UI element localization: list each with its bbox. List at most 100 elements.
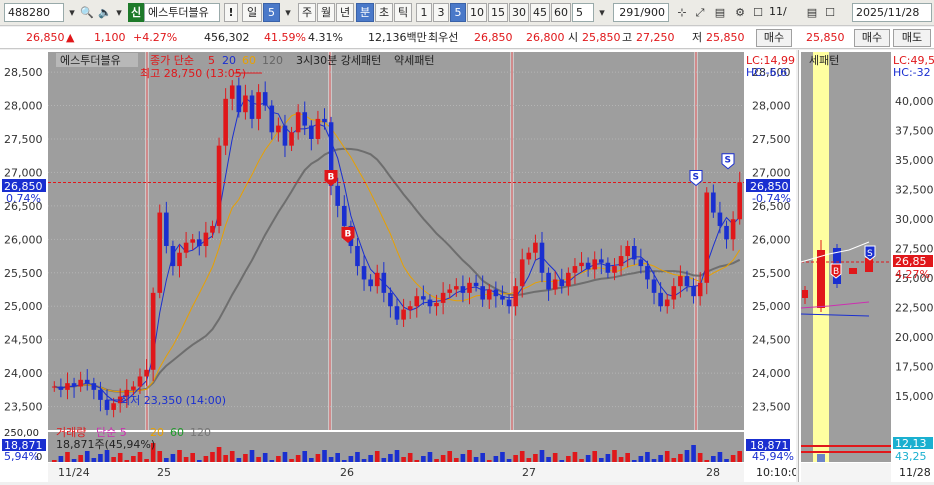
settings-icon[interactable]: ⚙: [732, 4, 748, 21]
volume-bar: [216, 447, 222, 462]
chevron-down-icon[interactable]: ▾: [111, 4, 127, 21]
volume-bar: [229, 451, 235, 462]
mini-candle-1-body: [802, 290, 808, 298]
candle-body: [467, 282, 472, 293]
volume-bar: [111, 457, 116, 462]
stock-code-input[interactable]: 488280: [4, 3, 64, 22]
volume-bar: [598, 458, 604, 462]
candle-body: [631, 246, 637, 260]
interval-button-10[interactable]: 10: [467, 3, 487, 22]
chart-canvas[interactable]: 28,50028,00027,50027,00026,50026,00025,5…: [0, 50, 798, 482]
period-month-button[interactable]: 월: [317, 3, 335, 22]
mini-price-tick: 27,500: [895, 243, 934, 256]
period-value-field[interactable]: 5: [263, 3, 280, 22]
buy-button[interactable]: 매수: [756, 29, 792, 47]
left-price-tick: 26,000: [4, 233, 43, 246]
narrow-date-field: 11/: [769, 5, 787, 18]
crosshair-icon[interactable]: ⊹: [674, 4, 690, 21]
volume-bar: [223, 455, 228, 462]
interval-button-45[interactable]: 45: [530, 3, 550, 22]
candle-body: [737, 182, 743, 220]
mini-price-tick: 32,500: [895, 184, 934, 197]
low-price: 25,850: [706, 31, 745, 44]
checkbox-mini[interactable]: ☐: [822, 4, 838, 21]
volume-bar: [117, 453, 123, 462]
mini-price-tick: 17,500: [895, 361, 934, 374]
right-sell-button[interactable]: 매도: [893, 29, 931, 47]
candle-body: [691, 286, 696, 297]
volume-bar: [460, 454, 466, 462]
candle-body: [388, 292, 393, 307]
stock-name-field[interactable]: 에스투더블유: [144, 3, 220, 22]
candle-body: [210, 225, 215, 233]
volume-bar: [407, 453, 413, 462]
left-volume-pct: 5,94%: [4, 450, 39, 463]
mini-chart-panel[interactable]: 세패턴 LC:49,5 HC:-32 40,000 37,500 35,000 32,…: [798, 50, 934, 482]
date-tick: 25: [157, 466, 171, 479]
date-tick: 26: [340, 466, 354, 479]
candle-body: [302, 112, 308, 126]
right-buy-button[interactable]: 매수: [854, 29, 890, 47]
candle-body: [519, 259, 525, 287]
mini-save-icon[interactable]: ▤: [804, 4, 820, 21]
left-price-tick: 27,000: [4, 166, 43, 179]
mini-price-tick: 35,000: [895, 154, 934, 167]
interval-button-1[interactable]: 1: [416, 3, 432, 22]
volume-bar: [684, 450, 690, 462]
volume-bar: [618, 457, 624, 462]
candle-body: [645, 266, 650, 280]
period-week-button[interactable]: 주: [298, 3, 316, 22]
right-price-tick: 28,000: [752, 100, 791, 113]
candle-body: [111, 403, 116, 410]
mini-volume-pct: 43,25: [895, 450, 927, 463]
alert-button[interactable]: !: [224, 3, 238, 22]
period-day-button[interactable]: 일: [242, 3, 262, 22]
candle-body: [243, 95, 248, 113]
period-year-button[interactable]: 년: [336, 3, 354, 22]
candle-body: [236, 85, 242, 113]
interval-button-60[interactable]: 60: [551, 3, 571, 22]
count-input[interactable]: 5: [572, 3, 594, 22]
save-icon[interactable]: ▤: [712, 4, 728, 21]
draw-tool-icon[interactable]: ⤢: [692, 4, 708, 21]
volume-bar: [427, 452, 433, 462]
current-pct-tag: -0.74%: [752, 192, 791, 205]
volume-bar: [91, 458, 97, 462]
period-minute-button[interactable]: 분: [356, 3, 374, 22]
time-label: 10:10:0: [756, 466, 796, 479]
svg-text:S: S: [867, 249, 873, 259]
interval-button-3[interactable]: 3: [433, 3, 449, 22]
left-price-tick: 23,500: [4, 401, 43, 414]
period-second-button[interactable]: 초: [375, 3, 393, 22]
mini-chart-canvas[interactable]: 세패턴 LC:49,5 HC:-32 40,00037,50035,00032,…: [799, 50, 934, 482]
candle-body: [579, 262, 584, 267]
count-dropdown-icon[interactable]: ▾: [594, 4, 610, 21]
checkbox[interactable]: ☐: [750, 4, 766, 21]
trade-amount: 12,136백만: [368, 31, 427, 44]
low-annotation: 최저 23,350 (14:00): [120, 394, 226, 407]
candlestick-chart[interactable]: 28,500 28,000 27,500 27,000 26,500 26,000 25,5…: [0, 50, 798, 482]
volume-bar: [697, 453, 703, 462]
search-icon[interactable]: 🔍: [79, 4, 95, 21]
candle-body: [434, 302, 439, 307]
volume-bar: [737, 451, 743, 462]
date-input[interactable]: 2025/11/28: [852, 3, 932, 22]
interval-button-15[interactable]: 15: [488, 3, 508, 22]
candle-body: [486, 289, 492, 300]
volume-bar: [572, 452, 578, 462]
candle-body: [150, 292, 156, 370]
volume-bar: [526, 458, 532, 462]
period-tick-button[interactable]: 틱: [394, 3, 412, 22]
candle-body: [322, 118, 327, 123]
interval-button-5[interactable]: 5: [450, 3, 466, 22]
interval-button-30[interactable]: 30: [509, 3, 529, 22]
candle-body: [684, 276, 690, 287]
period-dropdown-icon[interactable]: ▾: [280, 4, 296, 21]
legend-pattern2: 약세패턴: [394, 53, 434, 67]
volume-bar: [368, 455, 373, 462]
candle-body: [552, 279, 558, 290]
dropdown-arrow-icon[interactable]: ▾: [64, 4, 80, 21]
date-tick: 28: [706, 466, 720, 479]
volume-legend-120: 120: [190, 426, 211, 439]
up-arrow-icon: ▲: [66, 31, 75, 44]
